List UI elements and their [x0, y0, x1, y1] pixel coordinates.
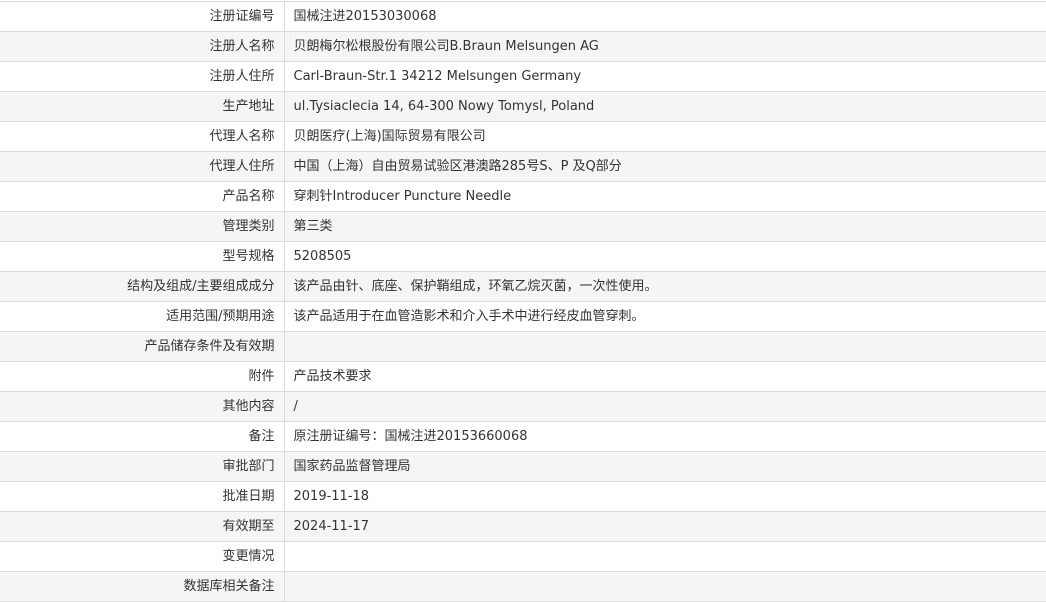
field-label: 注册人名称: [0, 31, 285, 62]
field-label: 备注: [0, 421, 285, 452]
field-value: [284, 331, 1046, 362]
table-row-registrant-name: 注册人名称 贝朗梅尔松根股份有限公司B.Braun Melsungen AG: [0, 31, 1046, 62]
field-value: 2024-11-17: [284, 511, 1046, 542]
field-label: 审批部门: [0, 451, 285, 482]
field-label: 代理人住所: [0, 151, 285, 182]
field-label: 产品储存条件及有效期: [0, 331, 285, 362]
field-label: 生产地址: [0, 91, 285, 122]
table-row-intended-use: 适用范围/预期用途 该产品适用于在血管造影术和介入手术中进行经皮血管穿刺。: [0, 301, 1046, 332]
table-row-valid-until: 有效期至 2024-11-17: [0, 511, 1046, 542]
field-value: [284, 541, 1046, 572]
field-label: 批准日期: [0, 481, 285, 512]
field-label: 适用范围/预期用途: [0, 301, 285, 332]
field-value: 中国（上海）自由贸易试验区港澳路285号S、P 及Q部分: [284, 151, 1046, 182]
field-value: ul.Tysiaclecia 14, 64-300 Nowy Tomysl, P…: [284, 91, 1046, 122]
field-value: 国家药品监督管理局: [284, 451, 1046, 482]
field-value: 2019-11-18: [284, 481, 1046, 512]
table-row-model-spec: 型号规格 5208505: [0, 241, 1046, 272]
field-value: 该产品适用于在血管造影术和介入手术中进行经皮血管穿刺。: [284, 301, 1046, 332]
table-row-agent-name: 代理人名称 贝朗医疗(上海)国际贸易有限公司: [0, 121, 1046, 152]
table-row-registrant-address: 注册人住所 Carl-Braun-Str.1 34212 Melsungen G…: [0, 61, 1046, 92]
field-label: 代理人名称: [0, 121, 285, 152]
table-row-change-status: 变更情况: [0, 541, 1046, 572]
table-row-remarks: 备注 原注册证编号：国械注进20153660068: [0, 421, 1046, 452]
table-row-structure-composition: 结构及组成/主要组成成分 该产品由针、底座、保护鞘组成，环氧乙烷灭菌，一次性使用…: [0, 271, 1046, 302]
field-label: 产品名称: [0, 181, 285, 212]
field-label: 其他内容: [0, 391, 285, 422]
field-value: [284, 571, 1046, 602]
field-value: 5208505: [284, 241, 1046, 272]
field-label: 附件: [0, 361, 285, 392]
field-label: 结构及组成/主要组成成分: [0, 271, 285, 302]
registration-detail-body: 注册证编号 国械注进20153030068 注册人名称 贝朗梅尔松根股份有限公司…: [0, 1, 1046, 602]
field-label: 变更情况: [0, 541, 285, 572]
table-row-management-category: 管理类别 第三类: [0, 211, 1046, 242]
field-value: 穿刺针Introducer Puncture Needle: [284, 181, 1046, 212]
field-label: 型号规格: [0, 241, 285, 272]
table-row-attachment: 附件 产品技术要求: [0, 361, 1046, 392]
registration-detail-table: 注册证编号 国械注进20153030068 注册人名称 贝朗梅尔松根股份有限公司…: [0, 1, 1046, 602]
table-row-agent-address: 代理人住所 中国（上海）自由贸易试验区港澳路285号S、P 及Q部分: [0, 151, 1046, 182]
table-row-other-content: 其他内容 /: [0, 391, 1046, 422]
field-value: Carl-Braun-Str.1 34212 Melsungen Germany: [284, 61, 1046, 92]
table-row-approval-date: 批准日期 2019-11-18: [0, 481, 1046, 512]
field-value: 贝朗医疗(上海)国际贸易有限公司: [284, 121, 1046, 152]
field-value: 该产品由针、底座、保护鞘组成，环氧乙烷灭菌，一次性使用。: [284, 271, 1046, 302]
table-row-production-address: 生产地址 ul.Tysiaclecia 14, 64-300 Nowy Tomy…: [0, 91, 1046, 122]
field-value: 产品技术要求: [284, 361, 1046, 392]
field-value: /: [284, 391, 1046, 422]
table-row-approval-department: 审批部门 国家药品监督管理局: [0, 451, 1046, 482]
field-value: 贝朗梅尔松根股份有限公司B.Braun Melsungen AG: [284, 31, 1046, 62]
field-value: 国械注进20153030068: [284, 1, 1046, 32]
field-value: 原注册证编号：国械注进20153660068: [284, 421, 1046, 452]
table-row-product-name: 产品名称 穿刺针Introducer Puncture Needle: [0, 181, 1046, 212]
field-label: 数据库相关备注: [0, 571, 285, 602]
table-row-storage-validity: 产品储存条件及有效期: [0, 331, 1046, 362]
field-value: 第三类: [284, 211, 1046, 242]
field-label: 注册证编号: [0, 1, 285, 32]
field-label: 有效期至: [0, 511, 285, 542]
field-label: 注册人住所: [0, 61, 285, 92]
table-row-database-remarks: 数据库相关备注: [0, 571, 1046, 602]
field-label: 管理类别: [0, 211, 285, 242]
table-row-registration-number: 注册证编号 国械注进20153030068: [0, 1, 1046, 32]
